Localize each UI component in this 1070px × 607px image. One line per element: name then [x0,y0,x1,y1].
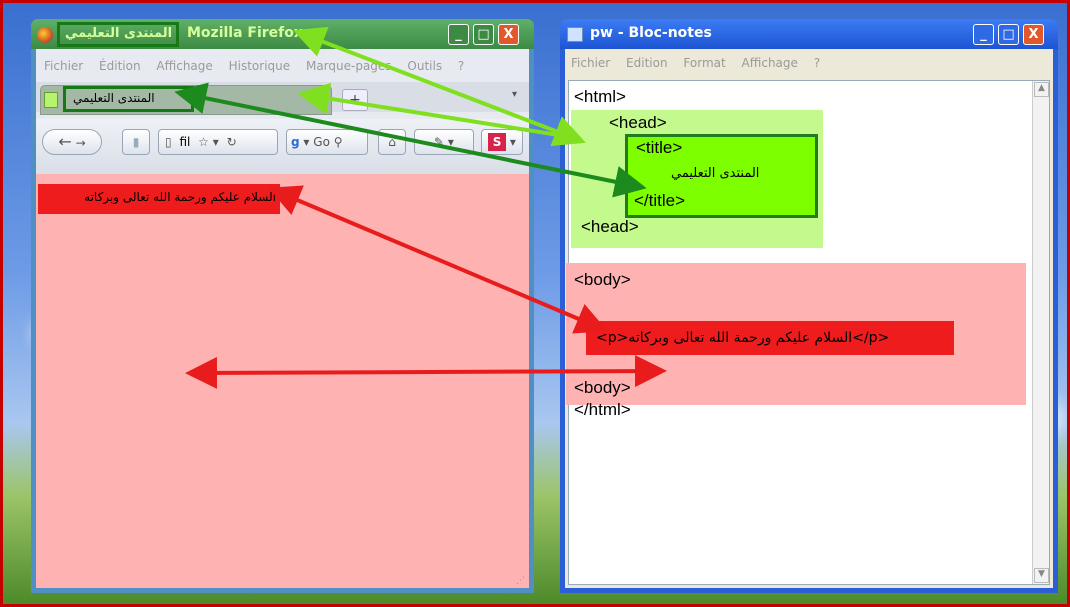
google-icon: g [291,135,300,149]
reload-icon[interactable]: ↻ [227,135,237,149]
menu-affichage[interactable]: Affichage [156,59,212,73]
url-bar[interactable]: ▯ fil ☆ ▾ ↻ [158,129,278,155]
menu-fichier[interactable]: Fichier [571,56,610,70]
bookmark-star-icon[interactable]: ☆ [198,135,209,149]
page-content: السلام عليكم ورحمة الله تعالى وبركاته ⋰ [36,174,529,588]
wrench-icon: ✎ [434,135,445,149]
resize-grip-icon[interactable]: ⋰ [516,576,525,586]
screen-frame: المنتدى التعليمي Mozilla Firefox _ □ X F… [0,0,1070,607]
close-button[interactable]: X [1023,24,1044,45]
scroll-down-icon[interactable]: ▼ [1034,568,1049,583]
menu-affichage[interactable]: Affichage [742,56,798,70]
scroll-up-icon[interactable]: ▲ [1034,82,1049,97]
url-dropdown-icon[interactable]: ▾ [213,135,219,149]
notepad-icon [567,27,583,42]
maximize-button[interactable]: □ [998,24,1019,45]
search-icon[interactable]: ⚲ [334,135,343,149]
code-title-text: المنتدى التعليمي [671,166,760,181]
code-title-close: </title> [634,191,686,210]
paragraph-highlight: السلام عليكم ورحمة الله تعالى وبركاته [38,184,280,214]
s-addon-button[interactable]: S ▾ [481,129,523,155]
menu-fichier[interactable]: Fichier [44,59,83,73]
tab-active[interactable]: المنتدى التعليمي [40,85,332,115]
forward-arrow-icon[interactable]: → [76,136,86,150]
code-html-open: <html> [574,87,626,106]
notepad-menubar: Fichier Edition Format Affichage ? [571,56,832,70]
back-arrow-icon[interactable]: ← [58,132,71,151]
home-button[interactable]: ⌂ [378,129,406,155]
tab-label: المنتدى التعليمي [73,91,155,105]
notepad-client: Fichier Edition Format Affichage ? <html… [565,49,1053,588]
menu-format[interactable]: Format [683,56,725,70]
code-body-close: <body> [574,378,631,397]
menu-help[interactable]: ? [814,56,820,70]
page-icon [44,92,58,108]
page-paragraph: السلام عليكم ورحمة الله تعالى وبركاته [84,190,276,204]
search-text: Go [313,135,330,149]
tools-button[interactable]: ✎ ▾ [414,129,474,155]
menu-marque-pages[interactable]: Marque-pages [306,59,392,73]
stats-icon[interactable]: ▮ [122,129,150,155]
new-tab-button[interactable]: + [342,89,368,111]
notepad-title: pw - Bloc-notes [590,25,712,41]
notepad-window: pw - Bloc-notes _ □ X Fichier Edition Fo… [560,19,1058,593]
code-title-open: <title> [636,138,683,157]
code-html-close: </html> [574,400,631,419]
window-title-arabic: المنتدى التعليمي [65,26,173,41]
close-button[interactable]: X [498,24,519,45]
firefox-logo-icon [37,27,53,43]
menu-edition[interactable]: Édition [99,59,141,73]
tab-list-chevron-icon[interactable]: ▾ [512,89,517,100]
firefox-client: Fichier Édition Affichage Historique Mar… [36,49,529,588]
firefox-titlebar[interactable]: المنتدى التعليمي Mozilla Firefox _ □ X [31,19,534,49]
vertical-scrollbar[interactable]: ▲ ▼ [1032,81,1049,584]
menu-edition[interactable]: Edition [626,56,668,70]
text-area[interactable]: <html> <head> <title> المنتدى التعليمي <… [566,80,1050,585]
home-icon: ⌂ [388,135,396,149]
menu-historique[interactable]: Historique [229,59,291,73]
code-head-close: <head> [581,217,639,236]
window-title-app: Mozilla Firefox [187,25,303,41]
code-p-line: <p>السلام عليكم ورحمة الله تعالى وبركاته… [596,330,890,346]
code-head-open: <head> [609,113,667,132]
search-bar[interactable]: g ▾ Go ⚲ [286,129,368,155]
s-addon-icon: S [488,133,507,151]
firefox-window: المنتدى التعليمي Mozilla Firefox _ □ X F… [31,19,534,593]
url-text: fil [179,135,191,149]
page-doc-icon: ▯ [165,135,172,149]
menu-help[interactable]: ? [458,59,464,73]
maximize-button[interactable]: □ [473,24,494,45]
search-engine-dropdown-icon[interactable]: ▾ [303,135,309,149]
firefox-menubar: Fichier Édition Affichage Historique Mar… [44,59,476,73]
notepad-titlebar[interactable]: pw - Bloc-notes _ □ X [560,19,1058,49]
back-forward-button[interactable]: ← → [42,129,102,155]
code-body-open: <body> [574,270,631,289]
menu-outils[interactable]: Outils [407,59,442,73]
minimize-button[interactable]: _ [448,24,469,45]
minimize-button[interactable]: _ [973,24,994,45]
